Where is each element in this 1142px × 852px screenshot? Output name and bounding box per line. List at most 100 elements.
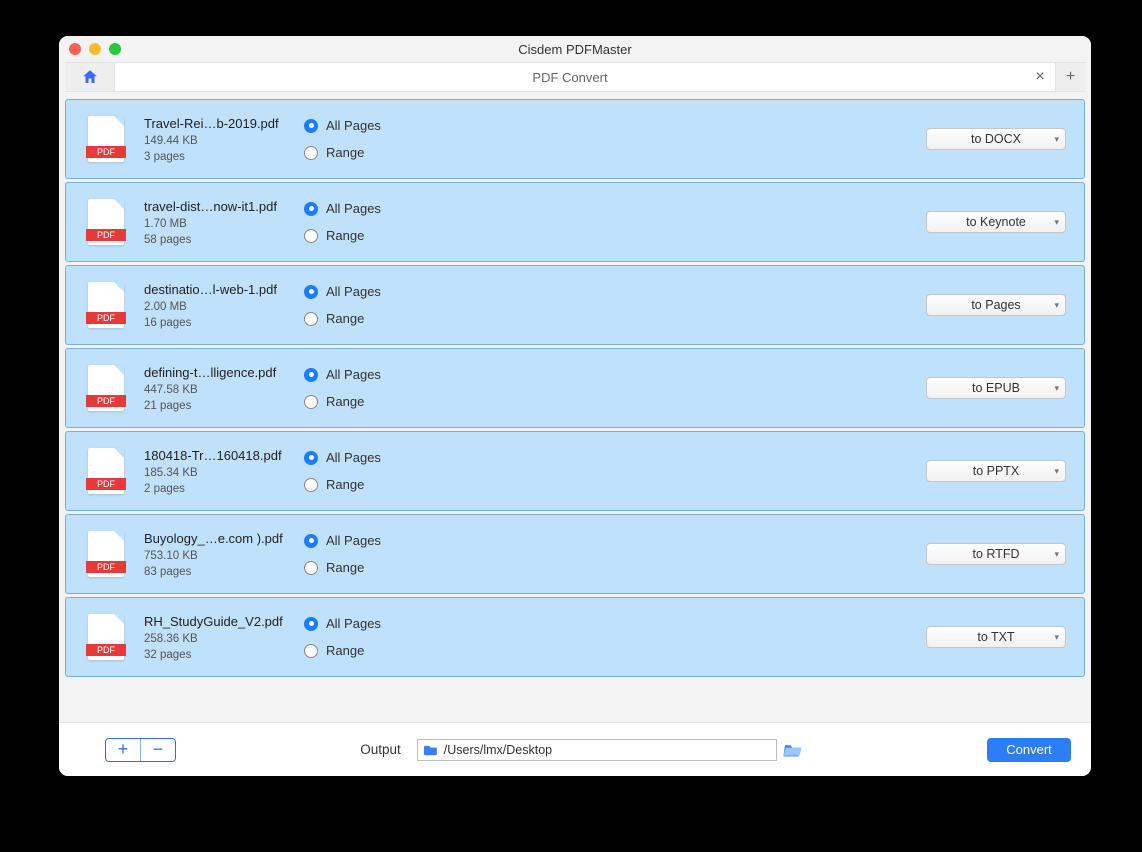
range-radio[interactable]: Range	[304, 643, 524, 658]
range-label: Range	[326, 145, 364, 160]
chevron-down-icon: ▾	[1054, 134, 1059, 145]
file-name: RH_StudyGuide_V2.pdf	[144, 614, 294, 629]
pdf-file-icon	[88, 282, 124, 328]
file-name: Travel-Rei…b-2019.pdf	[144, 116, 294, 131]
home-icon	[81, 68, 99, 86]
range-label: Range	[326, 643, 364, 658]
file-row[interactable]: RH_StudyGuide_V2.pdf 258.36 KB 32 pages …	[65, 597, 1085, 677]
file-row[interactable]: 180418-Tr…160418.pdf 185.34 KB 2 pages A…	[65, 431, 1085, 511]
file-name: defining-t…lligence.pdf	[144, 365, 294, 380]
toolbar: PDF Convert × +	[65, 62, 1085, 92]
radio-dot-icon	[304, 478, 318, 492]
format-label: to RTFD	[973, 547, 1020, 561]
file-pages: 16 pages	[144, 317, 294, 329]
app-window: Cisdem PDFMaster PDF Convert × + Travel-…	[59, 36, 1091, 776]
file-size: 447.58 KB	[144, 384, 294, 396]
file-row[interactable]: defining-t…lligence.pdf 447.58 KB 21 pag…	[65, 348, 1085, 428]
file-name: destinatio…l-web-1.pdf	[144, 282, 294, 297]
file-pages: 2 pages	[144, 483, 294, 495]
chevron-down-icon: ▾	[1054, 632, 1059, 643]
footer-bar: + − Output /Users/lmx/Desktop Convert	[59, 722, 1091, 776]
file-pages: 3 pages	[144, 151, 294, 163]
radio-dot-icon	[304, 368, 318, 382]
all-pages-radio[interactable]: All Pages	[304, 616, 524, 631]
close-tab-button[interactable]: ×	[1025, 63, 1055, 91]
format-label: to EPUB	[972, 381, 1020, 395]
remove-file-button[interactable]: −	[141, 739, 175, 761]
range-radio[interactable]: Range	[304, 394, 524, 409]
file-size: 185.34 KB	[144, 467, 294, 479]
format-label: to Keynote	[966, 215, 1026, 229]
output-format-select[interactable]: to DOCX ▾	[926, 128, 1066, 150]
folder-icon	[424, 744, 438, 756]
file-row[interactable]: Buyology_…e.com ).pdf 753.10 KB 83 pages…	[65, 514, 1085, 594]
all-pages-label: All Pages	[326, 450, 381, 465]
format-label: to DOCX	[971, 132, 1021, 146]
format-label: to TXT	[977, 630, 1014, 644]
file-size: 258.36 KB	[144, 633, 294, 645]
pdf-file-icon	[88, 531, 124, 577]
radio-dot-icon	[304, 561, 318, 575]
chevron-down-icon: ▾	[1054, 300, 1059, 311]
radio-dot-icon	[304, 229, 318, 243]
format-label: to PPTX	[973, 464, 1020, 478]
add-file-button[interactable]: +	[106, 739, 140, 761]
convert-button[interactable]: Convert	[987, 738, 1071, 762]
output-format-select[interactable]: to RTFD ▾	[926, 543, 1066, 565]
add-remove-group: + −	[105, 738, 176, 762]
output-format-select[interactable]: to Keynote ▾	[926, 211, 1066, 233]
range-label: Range	[326, 560, 364, 575]
chevron-down-icon: ▾	[1054, 383, 1059, 394]
range-radio[interactable]: Range	[304, 228, 524, 243]
output-path-text: /Users/lmx/Desktop	[444, 743, 552, 757]
chevron-down-icon: ▾	[1054, 549, 1059, 560]
browse-output-button[interactable]	[783, 742, 803, 758]
file-row[interactable]: Travel-Rei…b-2019.pdf 149.44 KB 3 pages …	[65, 99, 1085, 179]
file-name: 180418-Tr…160418.pdf	[144, 448, 294, 463]
all-pages-radio[interactable]: All Pages	[304, 367, 524, 382]
pdf-file-icon	[88, 448, 124, 494]
range-radio[interactable]: Range	[304, 145, 524, 160]
section-title: PDF Convert	[115, 63, 1025, 91]
output-format-select[interactable]: to TXT ▾	[926, 626, 1066, 648]
output-format-select[interactable]: to PPTX ▾	[926, 460, 1066, 482]
file-pages: 32 pages	[144, 649, 294, 661]
all-pages-radio[interactable]: All Pages	[304, 450, 524, 465]
pdf-file-icon	[88, 365, 124, 411]
file-row[interactable]: destinatio…l-web-1.pdf 2.00 MB 16 pages …	[65, 265, 1085, 345]
chevron-down-icon: ▾	[1054, 217, 1059, 228]
add-tab-button[interactable]: +	[1055, 63, 1085, 91]
range-radio[interactable]: Range	[304, 477, 524, 492]
all-pages-radio[interactable]: All Pages	[304, 284, 524, 299]
file-pages: 58 pages	[144, 234, 294, 246]
radio-dot-icon	[304, 395, 318, 409]
file-row[interactable]: travel-dist…now-it1.pdf 1.70 MB 58 pages…	[65, 182, 1085, 262]
window-title: Cisdem PDFMaster	[59, 42, 1091, 57]
output-path-field[interactable]: /Users/lmx/Desktop	[417, 739, 777, 761]
radio-dot-icon	[304, 312, 318, 326]
radio-dot-icon	[304, 534, 318, 548]
all-pages-radio[interactable]: All Pages	[304, 201, 524, 216]
range-label: Range	[326, 477, 364, 492]
pdf-file-icon	[88, 116, 124, 162]
range-label: Range	[326, 394, 364, 409]
output-format-select[interactable]: to EPUB ▾	[926, 377, 1066, 399]
range-label: Range	[326, 228, 364, 243]
file-name: travel-dist…now-it1.pdf	[144, 199, 294, 214]
home-button[interactable]	[65, 63, 115, 91]
all-pages-label: All Pages	[326, 201, 381, 216]
output-format-select[interactable]: to Pages ▾	[926, 294, 1066, 316]
all-pages-radio[interactable]: All Pages	[304, 533, 524, 548]
all-pages-label: All Pages	[326, 284, 381, 299]
radio-dot-icon	[304, 146, 318, 160]
all-pages-label: All Pages	[326, 118, 381, 133]
range-radio[interactable]: Range	[304, 311, 524, 326]
radio-dot-icon	[304, 202, 318, 216]
range-label: Range	[326, 311, 364, 326]
all-pages-radio[interactable]: All Pages	[304, 118, 524, 133]
file-size: 2.00 MB	[144, 301, 294, 313]
radio-dot-icon	[304, 451, 318, 465]
range-radio[interactable]: Range	[304, 560, 524, 575]
all-pages-label: All Pages	[326, 616, 381, 631]
radio-dot-icon	[304, 644, 318, 658]
